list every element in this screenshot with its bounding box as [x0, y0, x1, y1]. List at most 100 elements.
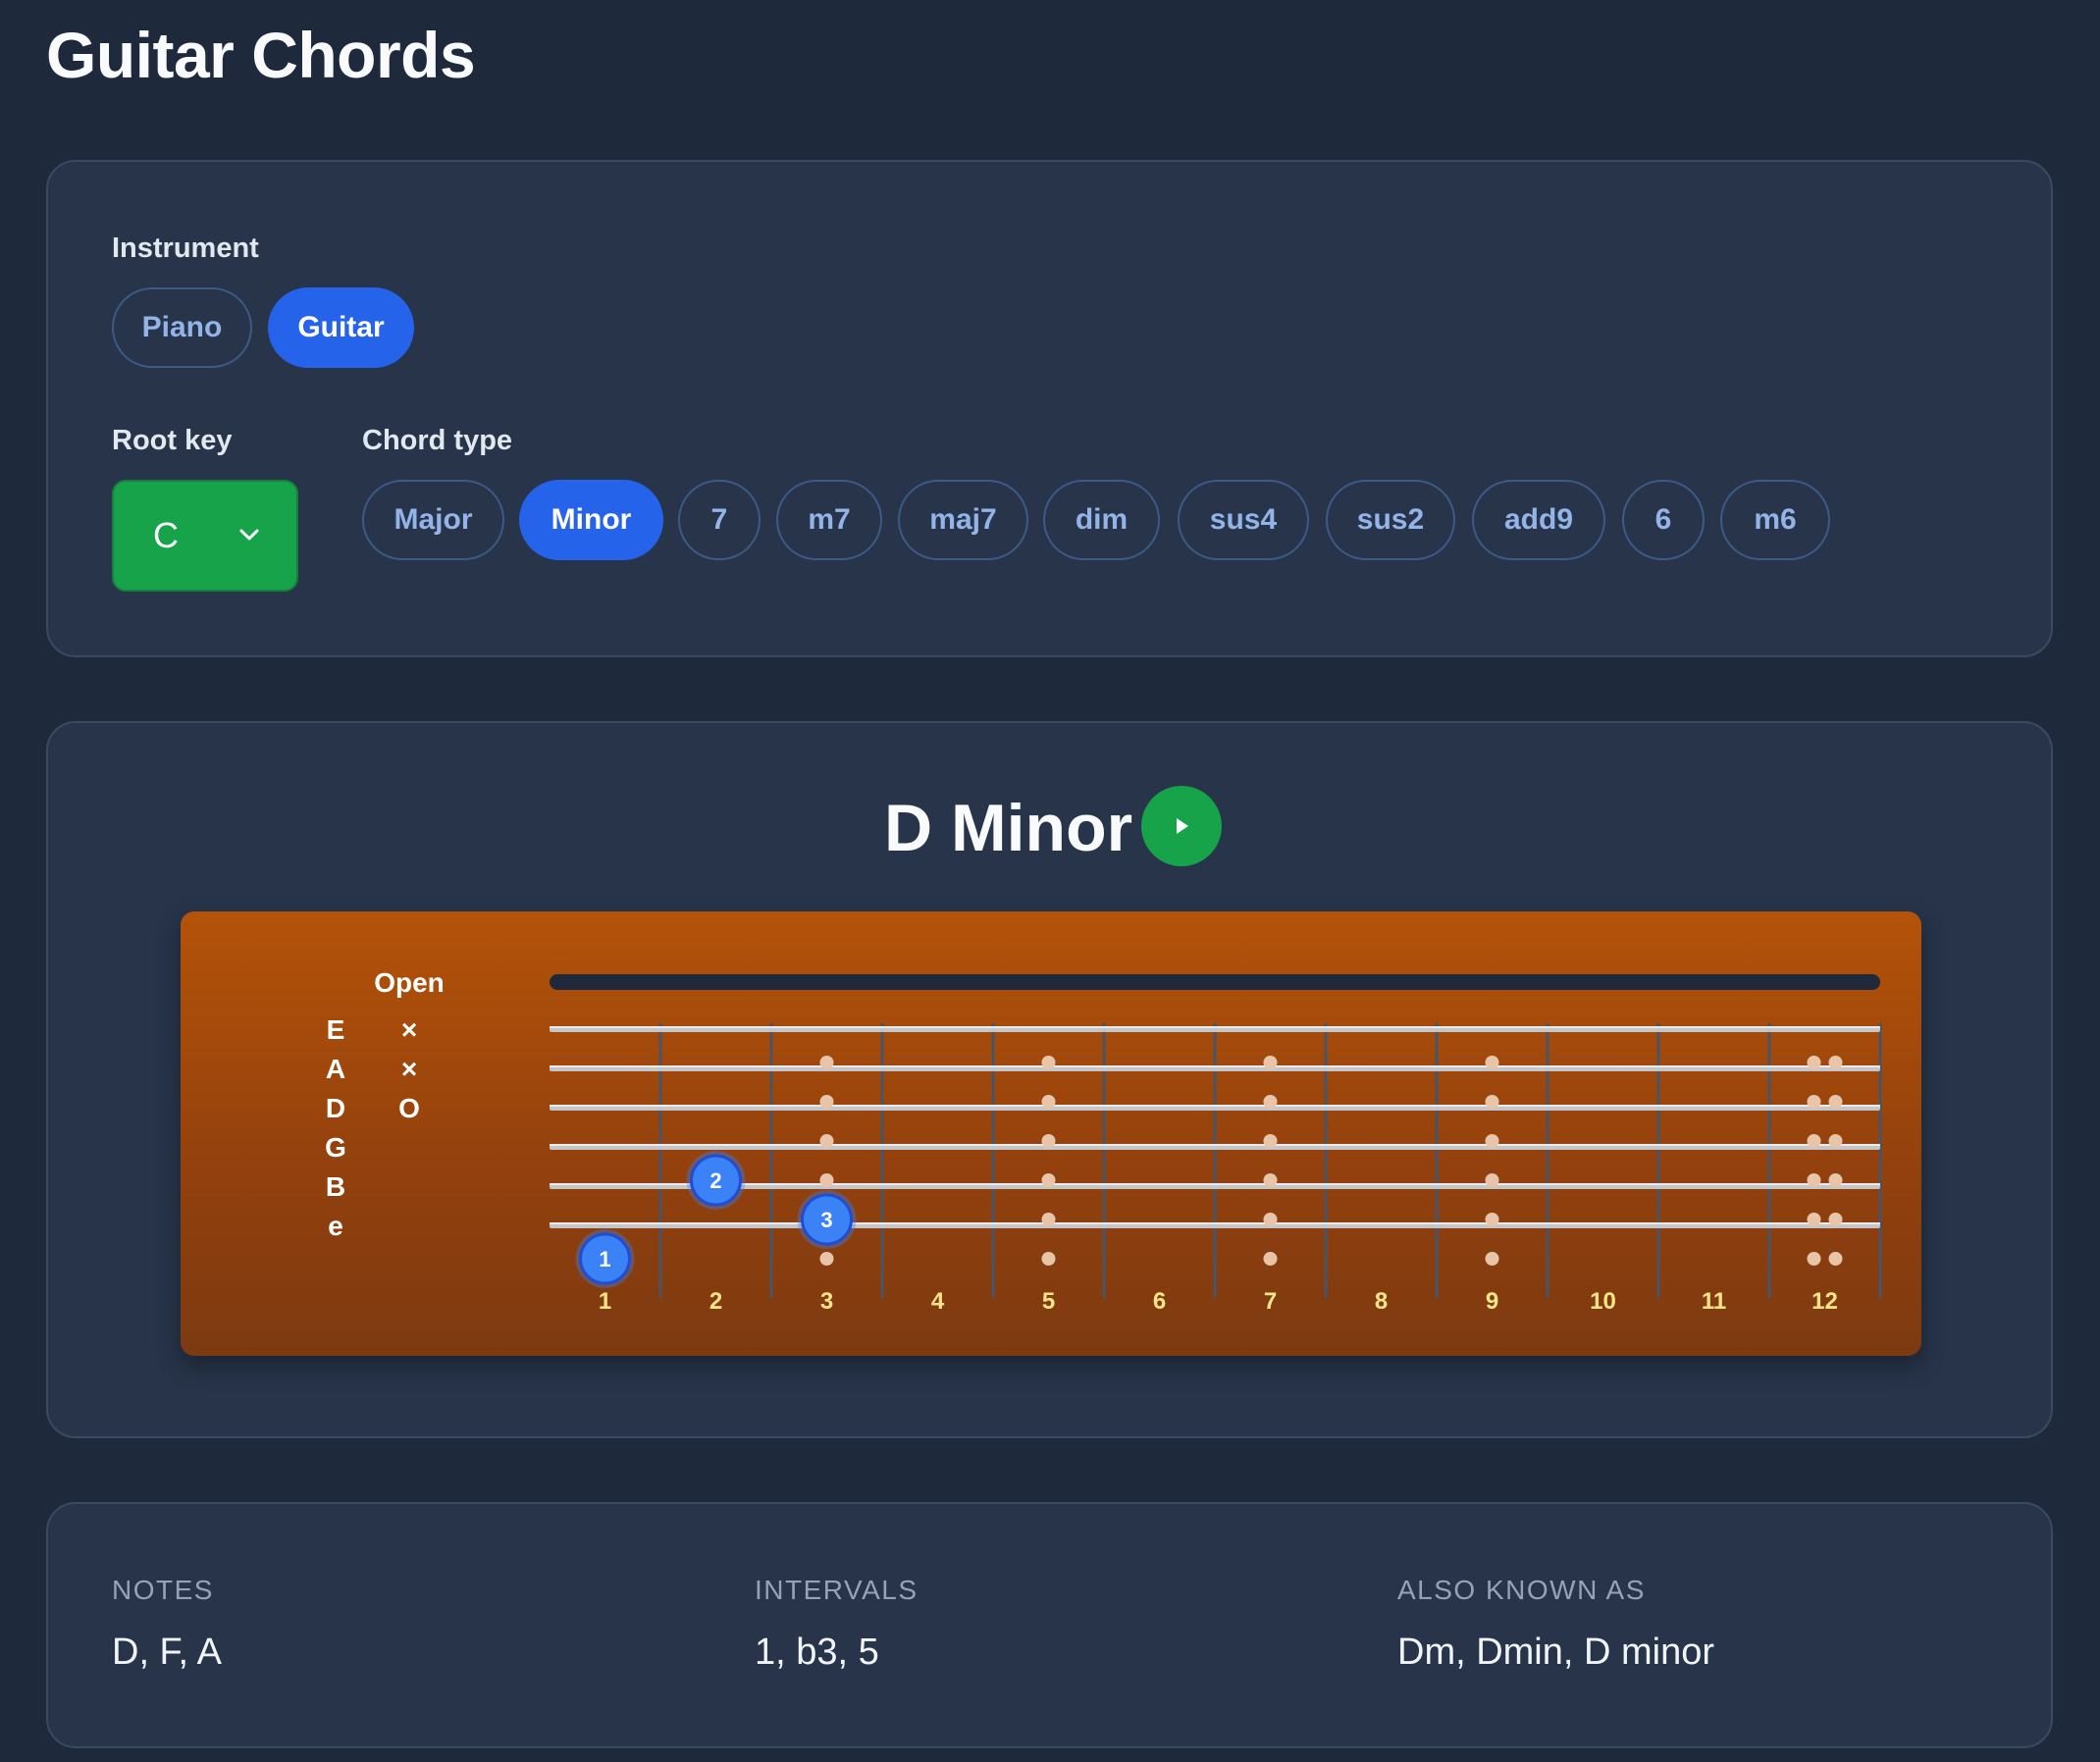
fret-inlay-dot [1807, 1056, 1821, 1069]
fretboard-diagram: OpenE ×A ×D OGBe1 2 3 4 5 6 7 8 9 10 11 12123 [325, 967, 1882, 1315]
string-highlight [550, 1105, 1880, 1107]
fret-inlay-dot [1263, 1252, 1278, 1266]
chord-info-card: NOTES D, F, A INTERVALS 1, b3, 5 ALSO KN… [46, 1502, 2053, 1748]
string-highlight [550, 1026, 1880, 1028]
chord-name: D Minor [884, 791, 1133, 865]
fret-inlay-dot [1485, 1213, 1499, 1226]
open-string-marker: O [398, 1093, 420, 1123]
open-label: Open [374, 967, 445, 998]
finger-number: 3 [820, 1208, 832, 1232]
open-string-marker: × [401, 1014, 417, 1045]
fret-inlay-dot [1828, 1056, 1843, 1069]
fret-number: 6 [1153, 1288, 1166, 1315]
fret-inlay-dot [1807, 1252, 1821, 1266]
fret-number: 10 [1590, 1288, 1616, 1315]
fret-inlay-dot [1041, 1252, 1056, 1266]
open-string-marker: × [401, 1054, 417, 1084]
chord-type-m7[interactable]: m7 [776, 480, 882, 560]
chord-type-maj7[interactable]: maj7 [898, 480, 1028, 560]
string-label: G [325, 1132, 346, 1163]
fret-number: 9 [1486, 1288, 1498, 1315]
string-highlight [550, 1222, 1880, 1224]
fret-inlay-dot [1485, 1252, 1499, 1266]
fret-inlay-dot [1807, 1173, 1821, 1187]
fret-inlay-dot [1828, 1252, 1843, 1266]
nut [550, 974, 1880, 990]
finger-number: 2 [709, 1168, 721, 1193]
fret-inlay-dot [1485, 1134, 1499, 1148]
controls-card: Instrument Piano Guitar Root key Chord t… [46, 160, 2053, 657]
fret-inlay-dot [1485, 1095, 1499, 1109]
chord-type-major[interactable]: Major [362, 480, 504, 560]
also-known-as-value: Dm, Dmin, D minor [1397, 1632, 1715, 1673]
root-key-value: C [153, 515, 179, 555]
fretboard: Open E × A × D O G Be 1 2 3 4 5 6 7 8 9 10 11 12 1 2 3 [181, 911, 1921, 1356]
fret-inlay-dot [819, 1056, 834, 1069]
string-label: A [326, 1054, 345, 1084]
fret-number: 5 [1042, 1288, 1055, 1315]
root-key-select[interactable]: C [112, 480, 298, 592]
intervals-label: INTERVALS [755, 1575, 919, 1605]
fret-inlay-dot [819, 1252, 834, 1266]
fret-inlay-dot [1041, 1134, 1056, 1148]
fret-inlay-dot [1041, 1213, 1056, 1226]
string-highlight [550, 1144, 1880, 1146]
page-title: Guitar Chords [46, 19, 476, 91]
chord-diagram-card: D Minor Open E × A × D O G Be 1 2 3 4 5 6 7 8 9 10 11 12 1 2 3 [46, 721, 2053, 1438]
play-button[interactable] [1141, 786, 1222, 866]
fret-inlay-dot [1485, 1056, 1499, 1069]
chord-type-dim[interactable]: dim [1043, 480, 1160, 560]
chord-type-m6[interactable]: m6 [1720, 480, 1830, 560]
fret-number: 11 [1702, 1288, 1726, 1315]
chord-type-label: Chord type [362, 425, 513, 456]
fret-number: 7 [1264, 1288, 1277, 1315]
fret-inlay-dot [1263, 1173, 1278, 1187]
chord-type-sus2[interactable]: sus2 [1326, 480, 1455, 560]
fret-number: 2 [709, 1288, 722, 1315]
fret-inlay-dot [1807, 1134, 1821, 1148]
fret-inlay-dot [1828, 1095, 1843, 1109]
fret-inlay-dot [819, 1173, 834, 1187]
fret-inlay-dot [1263, 1134, 1278, 1148]
fret-inlay-dot [1807, 1095, 1821, 1109]
fret-number: 12 [1811, 1288, 1838, 1315]
string-label: E [327, 1014, 345, 1045]
fret-number: 8 [1375, 1288, 1388, 1315]
intervals-value: 1, b3, 5 [755, 1632, 879, 1673]
fret-inlay-dot [1263, 1213, 1278, 1226]
chord-type-minor[interactable]: Minor [519, 480, 663, 560]
fret-inlay-dot [1828, 1134, 1843, 1148]
fret-number: 3 [820, 1288, 833, 1315]
notes-value: D, F, A [112, 1632, 222, 1673]
play-icon [1177, 818, 1188, 834]
fret-number: 1 [599, 1288, 611, 1315]
fret-inlay-dot [819, 1095, 834, 1109]
chord-type-sus4[interactable]: sus4 [1178, 480, 1309, 560]
fret-inlay-dot [819, 1134, 834, 1148]
chord-type-7[interactable]: 7 [678, 480, 761, 560]
fret-inlay-dot [1041, 1056, 1056, 1069]
finger-number: 1 [599, 1247, 610, 1271]
notes-label: NOTES [112, 1575, 214, 1605]
also-known-as-label: ALSO KNOWN AS [1397, 1575, 1646, 1605]
instrument-label: Instrument [112, 233, 259, 264]
chord-type-6[interactable]: 6 [1622, 480, 1705, 560]
string-label: B [326, 1171, 345, 1202]
string-highlight [550, 1065, 1880, 1067]
fret-inlay-dot [1041, 1095, 1056, 1109]
instrument-piano-button[interactable]: Piano [112, 287, 252, 368]
string-highlight [550, 1183, 1880, 1185]
fret-inlay-dot [1807, 1213, 1821, 1226]
instrument-guitar-button[interactable]: Guitar [268, 287, 414, 368]
fret-inlay-dot [1828, 1213, 1843, 1226]
fret-inlay-dot [1263, 1095, 1278, 1109]
string-label: D [326, 1093, 345, 1123]
chevron-down-icon [239, 529, 259, 541]
chord-type-add9[interactable]: add9 [1472, 480, 1605, 560]
fret-number: 4 [931, 1288, 945, 1315]
fret-inlay-dot [1263, 1056, 1278, 1069]
fret-inlay-dot [1828, 1173, 1843, 1187]
root-key-label: Root key [112, 425, 233, 456]
string-label: e [328, 1211, 343, 1241]
fret-inlay-dot [1041, 1173, 1056, 1187]
